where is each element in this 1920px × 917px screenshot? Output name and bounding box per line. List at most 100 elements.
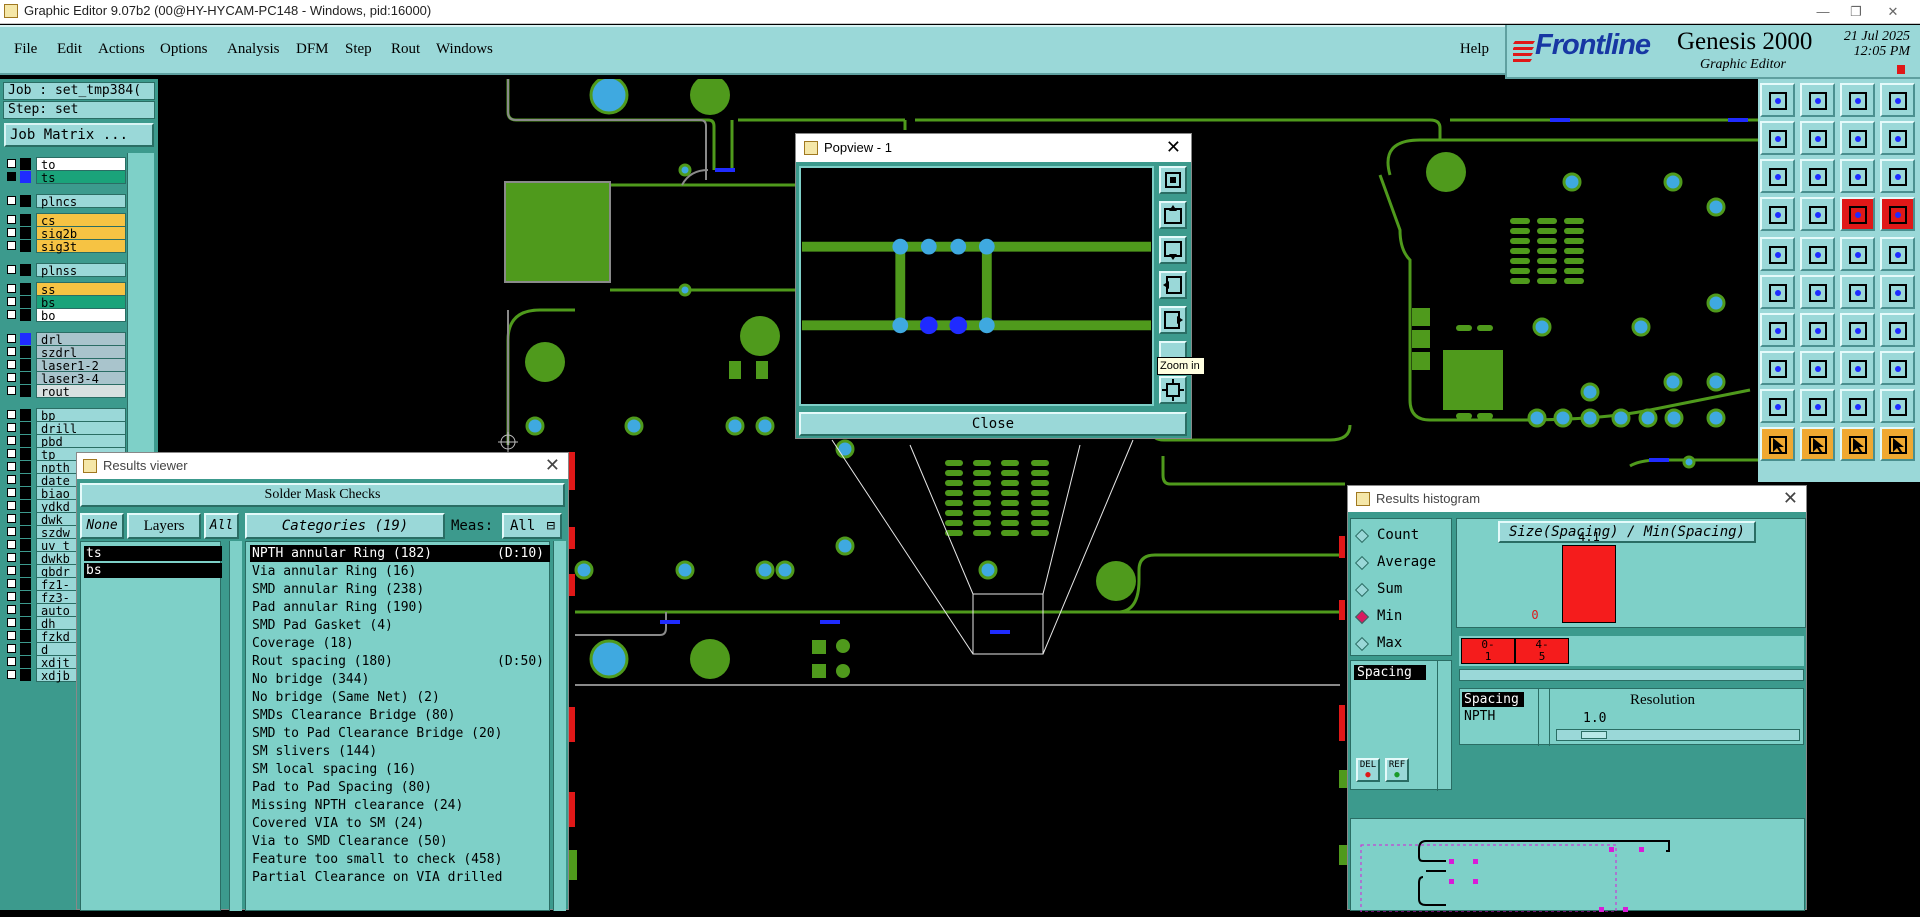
layer-color-swatch[interactable] (20, 604, 31, 616)
layer-color-swatch[interactable] (20, 578, 31, 590)
none-button[interactable]: None (80, 513, 124, 539)
layer-name[interactable]: rout (36, 384, 126, 399)
menu-dfm[interactable]: DFM (296, 41, 329, 58)
layer-checkbox[interactable] (7, 436, 16, 445)
histogram-bar[interactable] (1562, 545, 1616, 623)
popview-pan-left-button[interactable] (1159, 271, 1187, 299)
radio-diamond-icon[interactable] (1354, 528, 1370, 544)
mode-radio-min[interactable]: Min (1354, 608, 1402, 625)
meas-dropdown[interactable]: All ⊟ (502, 513, 562, 539)
layer-name[interactable]: bo (36, 308, 126, 323)
layer-color-swatch[interactable] (20, 296, 31, 308)
categories-list[interactable]: NPTH annular Ring (182) (D:10) Via annular… (245, 541, 550, 911)
ref-button[interactable]: REF ● (1385, 758, 1409, 782)
layer-name[interactable]: laser1-2 (36, 358, 126, 373)
layer-color-swatch[interactable] (20, 669, 31, 681)
layer-name[interactable]: bs (36, 295, 126, 310)
measure-icon[interactable] (1800, 237, 1835, 271)
layer-color-swatch[interactable] (20, 591, 31, 603)
category-item[interactable]: SM local spacing (16) (250, 761, 550, 778)
layer-list-scrollbar[interactable] (229, 541, 242, 911)
scale-icon[interactable] (1840, 159, 1875, 193)
layer-checkbox[interactable] (7, 228, 16, 237)
radio-diamond-icon[interactable] (1354, 636, 1370, 652)
layer-name[interactable]: plnss (36, 263, 126, 278)
window-icon[interactable] (1880, 83, 1915, 117)
layer-color-swatch[interactable] (20, 385, 31, 397)
layer-checkbox[interactable] (7, 475, 16, 484)
category-item[interactable]: Coverage (18) (250, 635, 550, 652)
s-curve-icon[interactable] (1880, 121, 1915, 155)
layer-name[interactable]: ts (36, 170, 126, 185)
radio-diamond-icon[interactable] (1354, 555, 1370, 571)
menu-help[interactable]: Help (1460, 41, 1489, 58)
layer-row[interactable]: bs (4, 295, 126, 310)
popview-pan-down-button[interactable] (1159, 236, 1187, 264)
menu-actions[interactable]: Actions (98, 41, 145, 58)
category-item[interactable]: SMD to Pad Clearance Bridge (20) (250, 725, 550, 742)
layer-row[interactable]: laser1-2 (4, 358, 126, 373)
checklist-section-title[interactable]: Solder Mask Checks (80, 483, 565, 507)
layer-checkbox[interactable] (7, 310, 16, 319)
layer-color-swatch[interactable] (20, 565, 31, 577)
popview-fit-button[interactable] (1159, 166, 1187, 194)
layer-color-swatch[interactable] (20, 158, 31, 170)
layer-checkbox[interactable] (7, 553, 16, 562)
layer-color-swatch[interactable] (20, 422, 31, 434)
menu-rout[interactable]: Rout (391, 41, 420, 58)
layer-name[interactable]: drl (36, 332, 126, 347)
layer-checkbox[interactable] (7, 172, 16, 181)
layer-name[interactable]: bp (36, 408, 126, 423)
layer-color-swatch[interactable] (20, 656, 31, 668)
trapezoid-icon[interactable] (1840, 389, 1875, 423)
radio-diamond-icon[interactable] (1354, 609, 1370, 625)
grid-icon[interactable] (1800, 197, 1835, 231)
pad-icon[interactable] (1840, 275, 1875, 309)
layer-color-swatch[interactable] (20, 526, 31, 538)
menu-step[interactable]: Step (345, 41, 372, 58)
resolution-slider[interactable] (1556, 729, 1800, 741)
layer-color-swatch[interactable] (20, 461, 31, 473)
layer-row[interactable]: szdrl (4, 345, 126, 360)
line-icon[interactable] (1760, 313, 1795, 347)
category-item[interactable]: NPTH annular Ring (182) (D:10) (250, 545, 550, 562)
popview-zoom-out-button[interactable] (1159, 376, 1187, 404)
category-item[interactable]: SMD annular Ring (238) (250, 581, 550, 598)
fit-icon[interactable] (1760, 159, 1795, 193)
layer-checkbox[interactable] (7, 334, 16, 343)
popview-canvas[interactable] (799, 166, 1154, 406)
triangle-icon[interactable] (1760, 389, 1795, 423)
layer-checkbox[interactable] (7, 657, 16, 666)
snapshot-icon[interactable] (1760, 237, 1795, 271)
popview-pan-right-button[interactable] (1159, 306, 1187, 334)
layer-checkbox[interactable] (7, 196, 16, 205)
categories-button[interactable]: Categories (19) (245, 513, 445, 539)
layer-color-swatch[interactable] (20, 359, 31, 371)
layer-row[interactable]: cs (4, 213, 126, 228)
layer-checkbox[interactable] (7, 592, 16, 601)
layer-color-swatch[interactable] (20, 643, 31, 655)
pad-add-icon[interactable] (1760, 351, 1795, 385)
minimize-button[interactable]: — (1810, 2, 1836, 22)
close-window-button[interactable]: ✕ (1880, 2, 1906, 22)
layer-row[interactable]: bo (4, 308, 126, 323)
layer-color-swatch[interactable] (20, 474, 31, 486)
layer-checkbox[interactable] (7, 360, 16, 369)
fork-icon[interactable] (1880, 313, 1915, 347)
layer-name[interactable]: pbd (36, 434, 126, 449)
menu-windows[interactable]: Windows (436, 41, 493, 58)
layer-row[interactable]: plnss (4, 263, 126, 278)
histogram-close-icon[interactable]: ✕ (1783, 488, 1798, 509)
resolution-slider-thumb[interactable] (1581, 731, 1607, 739)
layer-color-swatch[interactable] (20, 617, 31, 629)
menu-edit[interactable]: Edit (57, 41, 82, 58)
layer-row[interactable]: sig2b (4, 226, 126, 241)
connect-icon[interactable] (1760, 275, 1795, 309)
npth-label[interactable]: NPTH (1464, 709, 1495, 724)
all-button[interactable]: All (204, 513, 239, 539)
layer-row[interactable]: laser3-4 (4, 371, 126, 386)
via-icon[interactable] (1880, 275, 1915, 309)
category-item[interactable]: Via annular Ring (16) (250, 563, 550, 580)
layer-color-swatch[interactable] (20, 487, 31, 499)
select-sub-icon[interactable] (1840, 427, 1875, 461)
